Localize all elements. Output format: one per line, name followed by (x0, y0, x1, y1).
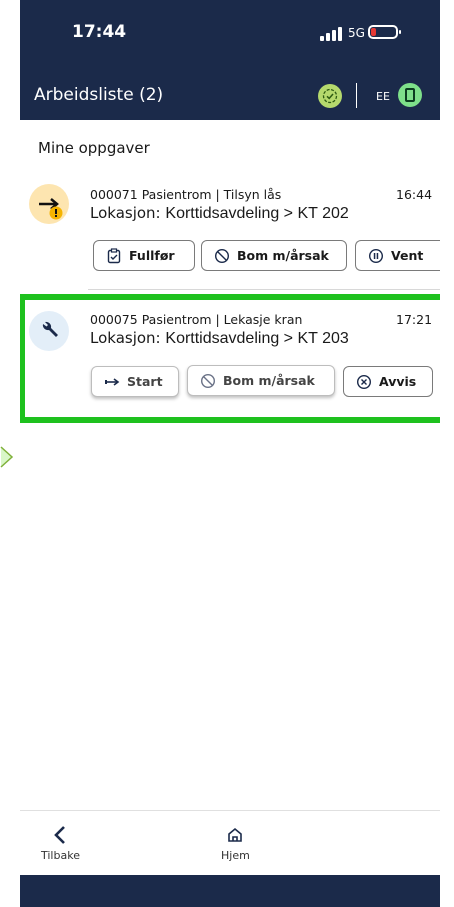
task-time: 16:44 (396, 187, 433, 202)
task-title: 000071 Pasientrom | Tilsyn lås (90, 187, 282, 202)
header-divider (356, 83, 357, 108)
task-location: Lokasjon: Korttidsavdeling > KT 202 (90, 204, 349, 223)
language-code[interactable]: EE (376, 90, 390, 103)
signal-icon (320, 27, 342, 41)
wait-button-label: Vent (391, 248, 424, 263)
sync-status-icon[interactable] (318, 84, 342, 108)
page-title: Arbeidsliste (2) (34, 85, 164, 105)
pause-icon (368, 248, 384, 264)
nav-divider (20, 810, 440, 811)
clipboard-check-icon (106, 247, 122, 264)
home-icon (228, 827, 242, 842)
home-button[interactable]: Hjem (215, 827, 255, 867)
status-bar: 17:44 5G (20, 0, 440, 68)
row-divider (88, 289, 440, 290)
complete-button-label: Fullfør (129, 248, 175, 263)
system-bottom-bar (20, 875, 440, 907)
status-time: 17:44 (72, 22, 127, 42)
app-header: Arbeidsliste (2) EE (20, 68, 440, 120)
back-label: Tilbake (41, 849, 80, 862)
wait-button[interactable]: Vent (355, 240, 440, 271)
phone-screen: 17:44 5G Arbeidsliste (2) EE Mine oppgav… (20, 0, 440, 907)
blocked-icon (214, 248, 230, 264)
miss-with-reason-button[interactable]: Bom m/årsak (201, 240, 347, 271)
arrow-right-warning-icon (29, 184, 69, 224)
complete-button[interactable]: Fullfør (93, 240, 195, 271)
location-value: Korttidsavdeling > KT 202 (165, 205, 349, 222)
back-button[interactable]: Tilbake (41, 823, 81, 867)
device-icon[interactable] (398, 83, 422, 107)
highlight-frame (20, 294, 440, 423)
battery-icon (368, 25, 401, 39)
network-type: 5G (348, 26, 365, 40)
home-label: Hjem (221, 849, 250, 862)
chevron-left-icon (54, 826, 65, 844)
location-label: Lokasjon: (90, 204, 161, 222)
section-title: Mine oppgaver (38, 139, 150, 157)
miss-button-label: Bom m/årsak (237, 248, 329, 263)
chevron-marker-icon (0, 446, 14, 468)
